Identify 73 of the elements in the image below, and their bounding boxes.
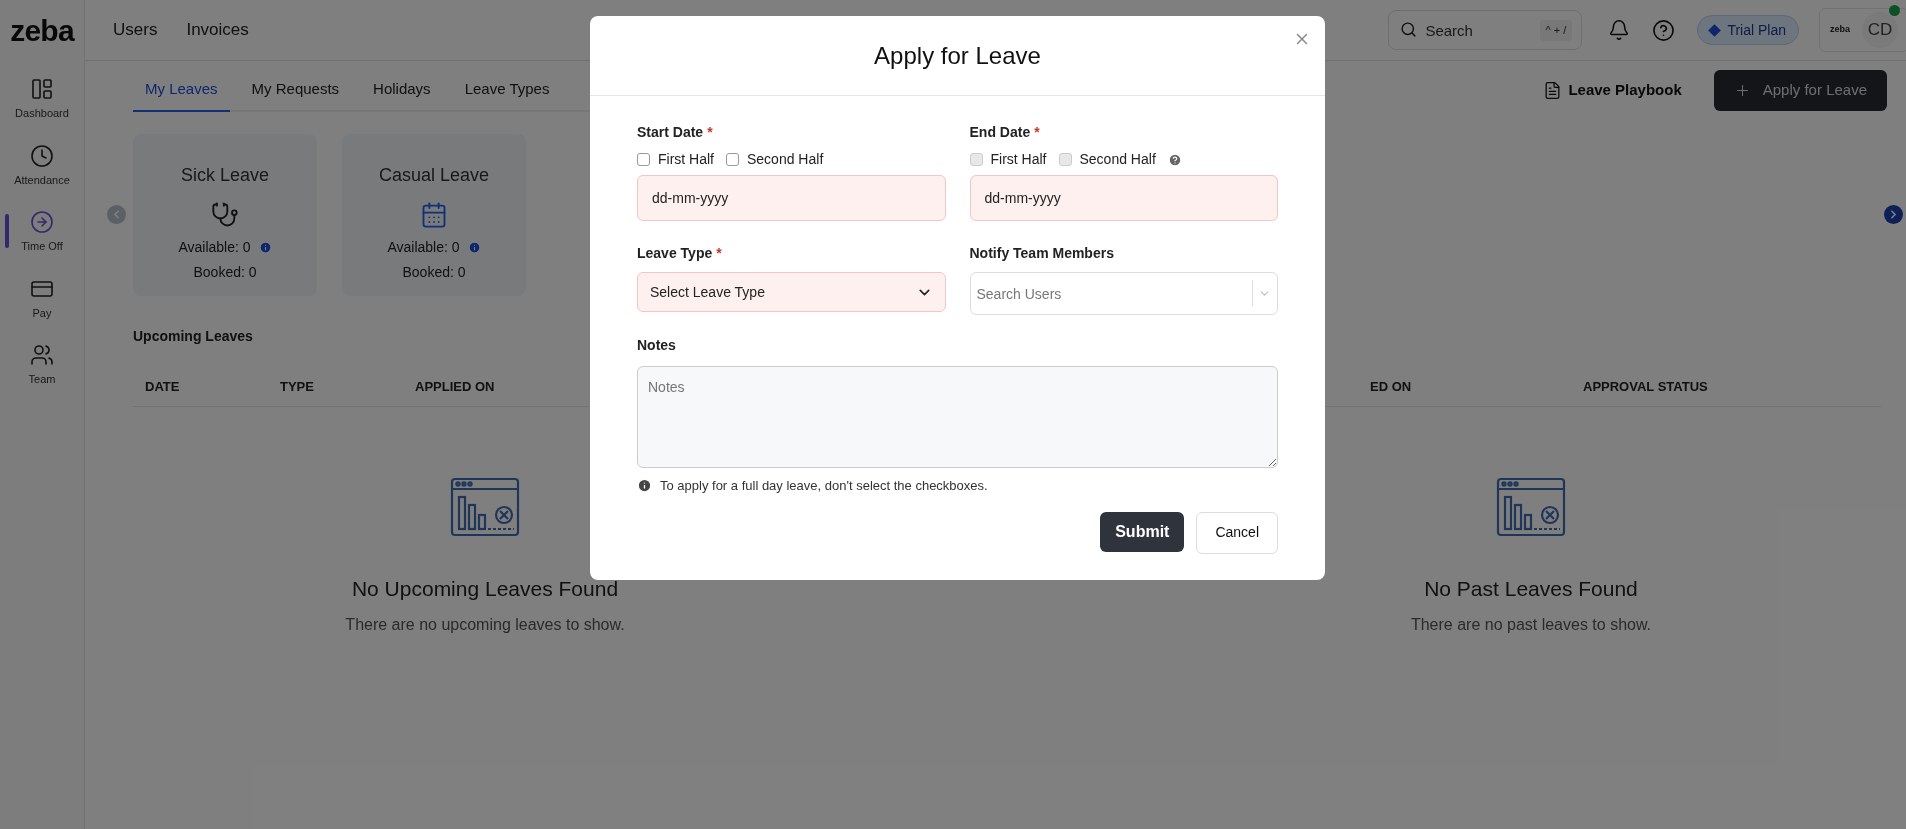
dialog-title: Apply for Leave bbox=[874, 40, 1041, 71]
column-header: DATE bbox=[144, 377, 181, 396]
tab[interactable]: My Leaves bbox=[133, 69, 230, 112]
booked-count: Booked: 0 bbox=[402, 262, 466, 282]
checkbox-label: First Half bbox=[658, 150, 714, 169]
notes-field[interactable]: Notes bbox=[637, 366, 1278, 468]
checkbox-label: First Half bbox=[990, 150, 1047, 169]
empty-text: There are no past leaves to show. bbox=[1410, 614, 1652, 635]
company-logo: zeba bbox=[1830, 23, 1850, 37]
column-header: APPROVAL STATUS bbox=[1583, 377, 1708, 396]
playbook-button[interactable]: Leave Playbook bbox=[1543, 79, 1682, 102]
column-header: APPLIED ON bbox=[414, 377, 496, 396]
shortcut-hint: ^ + / bbox=[1539, 20, 1573, 41]
sidebar-item[interactable]: Attendance bbox=[0, 143, 84, 188]
field-label: Start Date bbox=[637, 123, 704, 142]
required-mark: * bbox=[716, 244, 722, 263]
apply-button[interactable]: Apply for Leave bbox=[1713, 69, 1887, 111]
empty-chart-icon bbox=[450, 477, 520, 539]
tab[interactable]: Holidays bbox=[361, 69, 443, 112]
help-icon[interactable] bbox=[1652, 18, 1676, 42]
booked-count: Booked: 0 bbox=[193, 262, 257, 282]
empty-title: No Upcoming Leaves Found bbox=[351, 576, 619, 602]
checkbox-label: Second Half bbox=[747, 150, 824, 169]
checkbox-label: Second Half bbox=[1079, 150, 1156, 169]
stethoscope-icon bbox=[211, 200, 239, 229]
tab[interactable]: Leave Types bbox=[452, 69, 562, 112]
notification-icon[interactable] bbox=[1608, 19, 1631, 41]
user-search-field[interactable]: Search Users bbox=[969, 272, 1278, 315]
nav-link[interactable]: Invoices bbox=[186, 17, 249, 43]
hint-text: To apply for a full day leave, don't select the checkboxes. bbox=[660, 477, 988, 495]
plan-badge[interactable]: Trial Plan bbox=[1697, 15, 1799, 45]
info-icon[interactable] bbox=[467, 240, 481, 254]
nav-link[interactable]: Users bbox=[113, 17, 158, 43]
sidebar-item[interactable]: Team bbox=[0, 343, 84, 388]
submit-button[interactable]: Submit bbox=[1100, 511, 1185, 552]
sidebar-item[interactable]: Time Off bbox=[0, 210, 84, 255]
people-icon bbox=[30, 343, 54, 367]
tab[interactable]: My Requests bbox=[239, 69, 352, 112]
checkbox[interactable] bbox=[637, 153, 650, 166]
sidebar-item[interactable]: Dashboard bbox=[0, 77, 84, 122]
calendar-icon bbox=[420, 200, 448, 229]
info-icon bbox=[637, 478, 652, 494]
required-mark: * bbox=[707, 123, 713, 142]
field-label: End Date bbox=[969, 123, 1031, 142]
arrow-circle-icon bbox=[30, 210, 54, 234]
field-label: Notify Team Members bbox=[969, 244, 1114, 263]
checkbox[interactable] bbox=[726, 153, 739, 166]
date-field[interactable]: dd-mm-yyyy bbox=[637, 175, 946, 221]
column-header: TYPE bbox=[279, 377, 315, 396]
carousel-next-button[interactable] bbox=[1884, 205, 1903, 224]
card-title: Casual Leave bbox=[378, 163, 490, 187]
leave-type-select[interactable]: Select Leave Type bbox=[637, 272, 946, 312]
avatar: CD bbox=[1862, 12, 1898, 48]
dashboard-icon bbox=[30, 77, 54, 101]
section-title: Upcoming Leaves bbox=[133, 326, 253, 346]
empty-chart-icon bbox=[1496, 477, 1566, 539]
available-count: Available: 0 bbox=[387, 237, 460, 257]
date-field[interactable]: dd-mm-yyyy bbox=[969, 175, 1278, 221]
available-count: Available: 0 bbox=[178, 237, 251, 257]
empty-title: No Past Leaves Found bbox=[1424, 576, 1638, 602]
column-header: ED ON bbox=[1370, 377, 1413, 396]
required-mark: * bbox=[1034, 123, 1040, 142]
clock-icon bbox=[30, 143, 54, 168]
card-title: Sick Leave bbox=[180, 163, 270, 187]
empty-text: There are no upcoming leaves to show. bbox=[345, 614, 625, 635]
logo[interactable]: zeba bbox=[10, 0, 74, 61]
account-menu[interactable]: zeba CD bbox=[1819, 8, 1906, 52]
cancel-button[interactable]: Cancel bbox=[1196, 511, 1278, 554]
info-icon[interactable] bbox=[258, 240, 272, 254]
search-icon bbox=[1400, 21, 1418, 38]
field-label: Notes bbox=[637, 336, 676, 355]
field-label: Leave Type bbox=[637, 244, 713, 263]
sidebar-item[interactable]: Pay bbox=[0, 276, 84, 321]
